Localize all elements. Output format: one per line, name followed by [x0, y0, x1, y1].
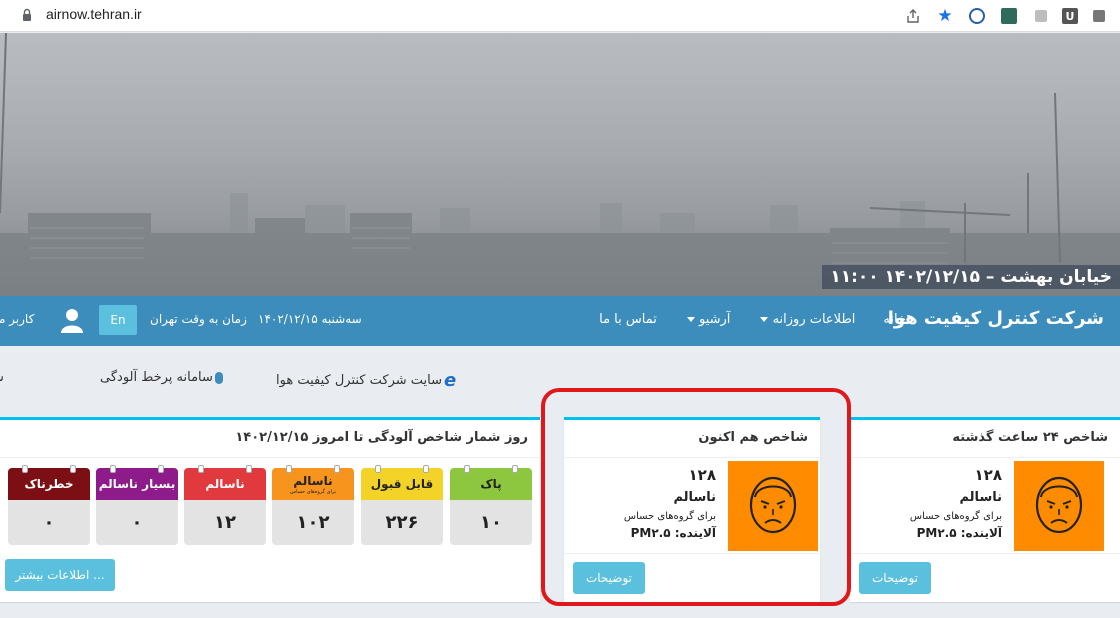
- category-day-count: ۲۲۶: [361, 500, 443, 545]
- aqi-info: ۱۲۸ ناسالم برای گروه‌های حساس آلاینده: P…: [910, 466, 1002, 540]
- extension-u-icon[interactable]: U: [1062, 8, 1078, 24]
- box-24h-index: شاخص ۲۴ ساعت گذشته ۱۲۸ ناسالم برای گروه‌…: [850, 417, 1120, 602]
- menu-item-contact[interactable]: تماس با ما: [599, 312, 657, 327]
- main-navbar: شرکت کنترل کیفیت هوا خانه اطلاعات روزانه…: [0, 296, 1120, 346]
- calendar-ring: [286, 465, 292, 473]
- user-label[interactable]: کاربر مهمان: [0, 312, 34, 326]
- aqi-status: ناسالم: [959, 490, 1002, 505]
- aqi-value: ۱۲۸: [974, 466, 1002, 484]
- caret-down-icon: [760, 317, 769, 322]
- extension-grid-icon[interactable]: [998, 5, 1020, 27]
- city-skyline-image: [0, 33, 1120, 296]
- divider: [0, 457, 540, 458]
- sad-face-icon: [1035, 476, 1083, 534]
- highlight-annotation: [541, 388, 851, 606]
- divider: [850, 457, 1120, 458]
- category-calendar-tile: ناسالم ۱۲: [184, 465, 266, 545]
- user-avatar-icon[interactable]: [60, 307, 84, 333]
- browser-toolbar: airnow.tehran.ir ★ U: [0, 0, 1120, 32]
- calendar-ring: [70, 465, 76, 473]
- aqi-pollutant: آلاینده: PM۲.۵: [916, 526, 1002, 540]
- calendar-ring: [158, 465, 164, 473]
- lock-icon: [23, 8, 31, 21]
- category-day-count: ۰: [96, 500, 178, 545]
- internet-explorer-icon: e: [444, 370, 457, 391]
- calendar-ring: [22, 465, 28, 473]
- calendar-ring: [464, 465, 470, 473]
- box-title: روز شمار شاخص آلودگی تا امروز ۱۴۰۲/۱۲/۱۵: [235, 430, 528, 445]
- extension-shield-icon[interactable]: [966, 5, 988, 27]
- calendar-ring: [512, 465, 518, 473]
- address-bar[interactable]: airnow.tehran.ir: [46, 6, 142, 22]
- calendar-ring: [334, 465, 340, 473]
- category-day-count: ۱۰: [450, 500, 532, 545]
- aqi-group: برای گروه‌های حساس: [909, 511, 1002, 522]
- more-info-button[interactable]: اطلاعات بیشتر ...: [5, 559, 115, 591]
- main-menu: خانه اطلاعات روزانه آرشیو تماس با ما: [599, 312, 906, 327]
- current-date: سه‌شنبه ۱۴۰۲/۱۲/۱۵: [258, 312, 362, 326]
- menu-item-archive[interactable]: آرشیو: [685, 312, 730, 327]
- extension-square-icon[interactable]: [1030, 5, 1052, 27]
- divider: [850, 553, 1120, 554]
- calendar-ring: [375, 465, 381, 473]
- caret-down-icon: [686, 317, 695, 322]
- category-day-count: ۰: [8, 500, 90, 545]
- link-online-system[interactable]: سامانه پرخط آلودگی: [100, 370, 223, 385]
- calendar-ring: [423, 465, 429, 473]
- details-button[interactable]: توضیحات: [859, 562, 931, 594]
- aqi-face-tile: [1014, 461, 1104, 551]
- calendar-ring: [110, 465, 116, 473]
- language-button[interactable]: En: [99, 305, 137, 335]
- category-calendar-tile: پاک ۱۰: [450, 465, 532, 545]
- menu-item-daily-info[interactable]: اطلاعات روزانه: [758, 312, 855, 327]
- microphone-icon: [214, 371, 223, 384]
- category-day-count: ۱۲: [184, 500, 266, 545]
- link-partial[interactable]: ش: [0, 370, 4, 385]
- category-calendar-tile: خطرناک ۰: [8, 465, 90, 545]
- category-calendar-tile: قابل قبول ۲۲۶: [361, 465, 443, 545]
- category-calendar-tile: بسیار ناسالم ۰: [96, 465, 178, 545]
- timezone-label: زمان به وقت تهران: [150, 312, 247, 326]
- extension-square-icon[interactable]: [1088, 5, 1110, 27]
- calendar-ring: [246, 465, 252, 473]
- calendar-ring: [198, 465, 204, 473]
- box-title: شاخص ۲۴ ساعت گذشته: [952, 430, 1108, 445]
- share-icon[interactable]: [902, 5, 924, 27]
- category-day-count: ۱۰۲: [272, 500, 354, 545]
- link-company-site[interactable]: سایت شرکت کنترل کیفیت هوا e: [276, 370, 456, 391]
- hero-caption: خیابان بهشت – ۱۴۰۲/۱۲/۱۵ ۱۱:۰۰: [822, 265, 1120, 289]
- site-brand[interactable]: شرکت کنترل کیفیت هوا: [888, 308, 1104, 329]
- category-calendar-tile: ناسالم برای گروه‌های حساس ۱۰۲: [272, 465, 354, 545]
- bookmark-star-icon[interactable]: ★: [934, 5, 956, 27]
- hero-banner: خیابان بهشت – ۱۴۰۲/۱۲/۱۵ ۱۱:۰۰: [0, 33, 1120, 296]
- menu-item-home[interactable]: خانه: [883, 312, 906, 327]
